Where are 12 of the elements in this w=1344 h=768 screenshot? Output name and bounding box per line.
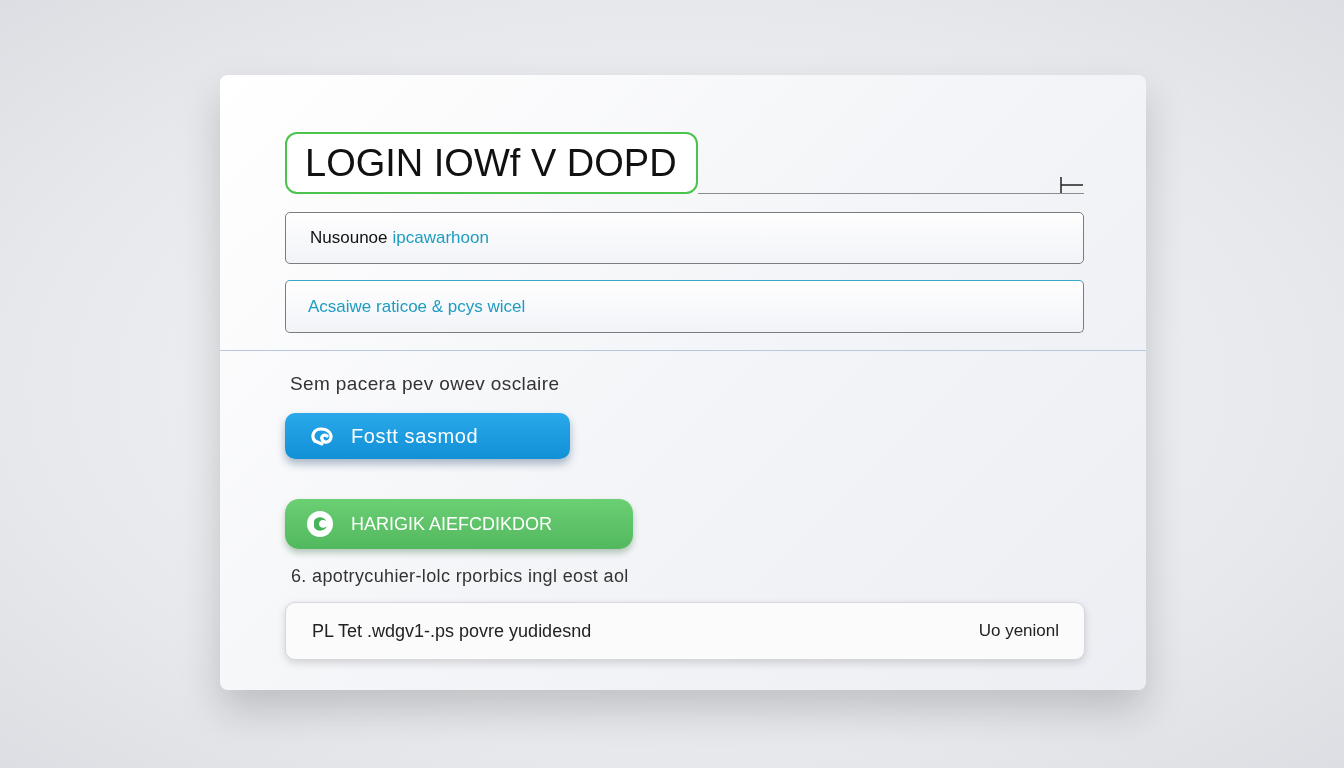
primary-button[interactable]: Fostt sasmod: [285, 413, 570, 459]
spiral-icon: [311, 426, 335, 446]
note-text: Sem pacera pev owev osclaire: [290, 373, 560, 395]
title-box: LOGIN IOWf V DOPD: [285, 132, 698, 194]
footer-link[interactable]: Uo yenionl: [978, 618, 1059, 644]
secondary-button[interactable]: HARIGIK AIEFCDIKDOR: [285, 499, 633, 549]
footer-text: PL Tet .wdgv1-.ps povre yudidesnd: [312, 619, 592, 643]
input-field[interactable]: Nusounoe ipcawarhoon: [285, 212, 1084, 264]
caption-text: 6. apotrycuhier-lolc rporbics ingl eost aol: [291, 565, 629, 587]
input-field[interactable]: Acsaiwe raticoe & pcys wicel: [285, 280, 1084, 333]
bracket-mark-icon: [1060, 177, 1084, 193]
crescent-disc-icon: [307, 511, 333, 537]
